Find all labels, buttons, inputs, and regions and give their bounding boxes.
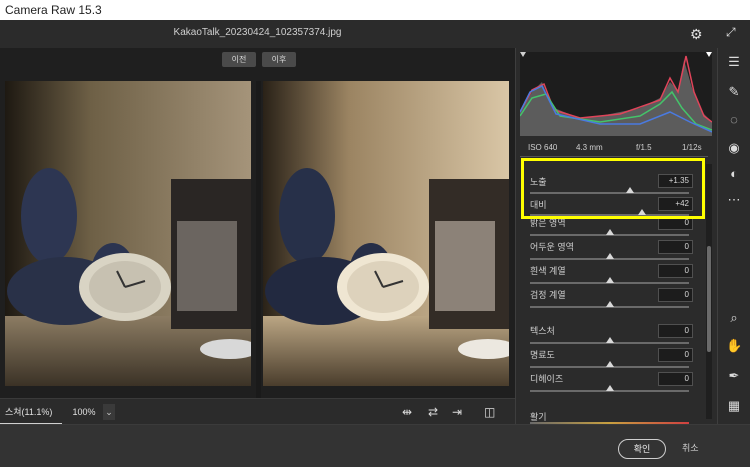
- iso-label: ISO 640: [528, 143, 558, 152]
- swap-settings-icon[interactable]: ⇄: [428, 404, 438, 420]
- clarity-slider-thumb[interactable]: [606, 361, 614, 367]
- clarity-label: 명료도: [530, 350, 555, 360]
- blacks-label: 검정 계열: [530, 290, 566, 300]
- before-label: 이전: [222, 52, 256, 67]
- highlights-slider-thumb[interactable]: [606, 229, 614, 235]
- zoom-dropdown-icon[interactable]: ⌄: [103, 404, 115, 420]
- zoom-100-button[interactable]: 100%: [66, 399, 102, 425]
- ok-button[interactable]: 확인: [618, 439, 666, 459]
- preview-area: 이전 이후: [0, 48, 515, 426]
- shadows-input[interactable]: 0: [658, 240, 693, 254]
- more-icon[interactable]: ⋯: [726, 192, 742, 208]
- before-image: [5, 81, 251, 386]
- focal-label: 4.3 mm: [576, 143, 603, 152]
- split-divider[interactable]: [256, 81, 261, 426]
- texture-label: 텍스처: [530, 326, 555, 336]
- footer-bar: 확인 취소: [0, 424, 750, 467]
- presets-icon[interactable]: ◐: [726, 166, 742, 182]
- shadows-slider-thumb[interactable]: [606, 253, 614, 259]
- divider: [520, 156, 708, 157]
- whites-slider-thumb[interactable]: [606, 277, 614, 283]
- shutter-label: 1/12s: [682, 143, 702, 152]
- healing-brush-icon[interactable]: ✎: [726, 84, 742, 100]
- texture-slider-thumb[interactable]: [606, 337, 614, 343]
- zoom-icon[interactable]: ⌕: [726, 310, 742, 326]
- edit-sliders-icon[interactable]: ☰: [726, 54, 742, 70]
- header-bar: KakaoTalk_20230424_102357374.jpg ⚙: [0, 20, 717, 48]
- annotation-highlight: [521, 158, 705, 219]
- dehaze-slider-thumb[interactable]: [606, 385, 614, 391]
- zoom-fit-button[interactable]: 스쳐(11.1%): [0, 399, 62, 425]
- shadows-label: 어두운 영역: [530, 242, 574, 252]
- clarity-input[interactable]: 0: [658, 348, 693, 362]
- aperture-label: f/1.5: [636, 143, 652, 152]
- blacks-slider-thumb[interactable]: [606, 301, 614, 307]
- hand-icon[interactable]: ✋: [726, 338, 742, 354]
- dehaze-input[interactable]: 0: [658, 372, 693, 386]
- edit-panel: ISO 640 4.3 mm f/1.5 1/12s 노출 +1.35 대비 +…: [515, 48, 718, 424]
- after-label: 이후: [262, 52, 296, 67]
- filename: KakaoTalk_20230424_102357374.jpg: [173, 27, 342, 38]
- tool-strip: ☰ ✎ ◌ ◉ ◐ ⋯ ⌕ ✋ ✒ ▦: [717, 48, 750, 424]
- after-image: [263, 81, 509, 386]
- grid-icon[interactable]: ▦: [726, 398, 742, 414]
- fullscreen-icon[interactable]: ⤢: [726, 25, 736, 40]
- window-title: Camera Raw 15.3: [5, 3, 102, 17]
- histogram: [519, 52, 713, 136]
- mask-icon[interactable]: ◌: [726, 112, 742, 128]
- view-toolbar: 스쳐(11.1%) 100% ⌄ ⇹ ⇄ ⇥ ◫: [0, 398, 515, 425]
- dehaze-label: 디헤이즈: [530, 374, 564, 384]
- blacks-input[interactable]: 0: [658, 288, 693, 302]
- texture-input[interactable]: 0: [658, 324, 693, 338]
- whites-input[interactable]: 0: [658, 264, 693, 278]
- cancel-button[interactable]: 취소: [682, 441, 699, 454]
- whites-label: 흰색 계열: [530, 266, 566, 276]
- gear-icon[interactable]: ⚙: [690, 26, 703, 43]
- sampler-icon[interactable]: ✒: [726, 368, 742, 384]
- before-after-view-icon[interactable]: ⇹: [402, 404, 412, 420]
- title-bar: Camera Raw 15.3: [0, 0, 750, 20]
- panel-scrollbar-thumb[interactable]: [707, 246, 711, 352]
- camera-raw-window: KakaoTalk_20230424_102357374.jpg ⚙ ⤢ 이전 …: [0, 20, 750, 467]
- red-eye-icon[interactable]: ◉: [726, 140, 742, 156]
- copy-settings-icon[interactable]: ⇥: [452, 404, 462, 420]
- toggle-view-icon[interactable]: ◫: [484, 404, 495, 420]
